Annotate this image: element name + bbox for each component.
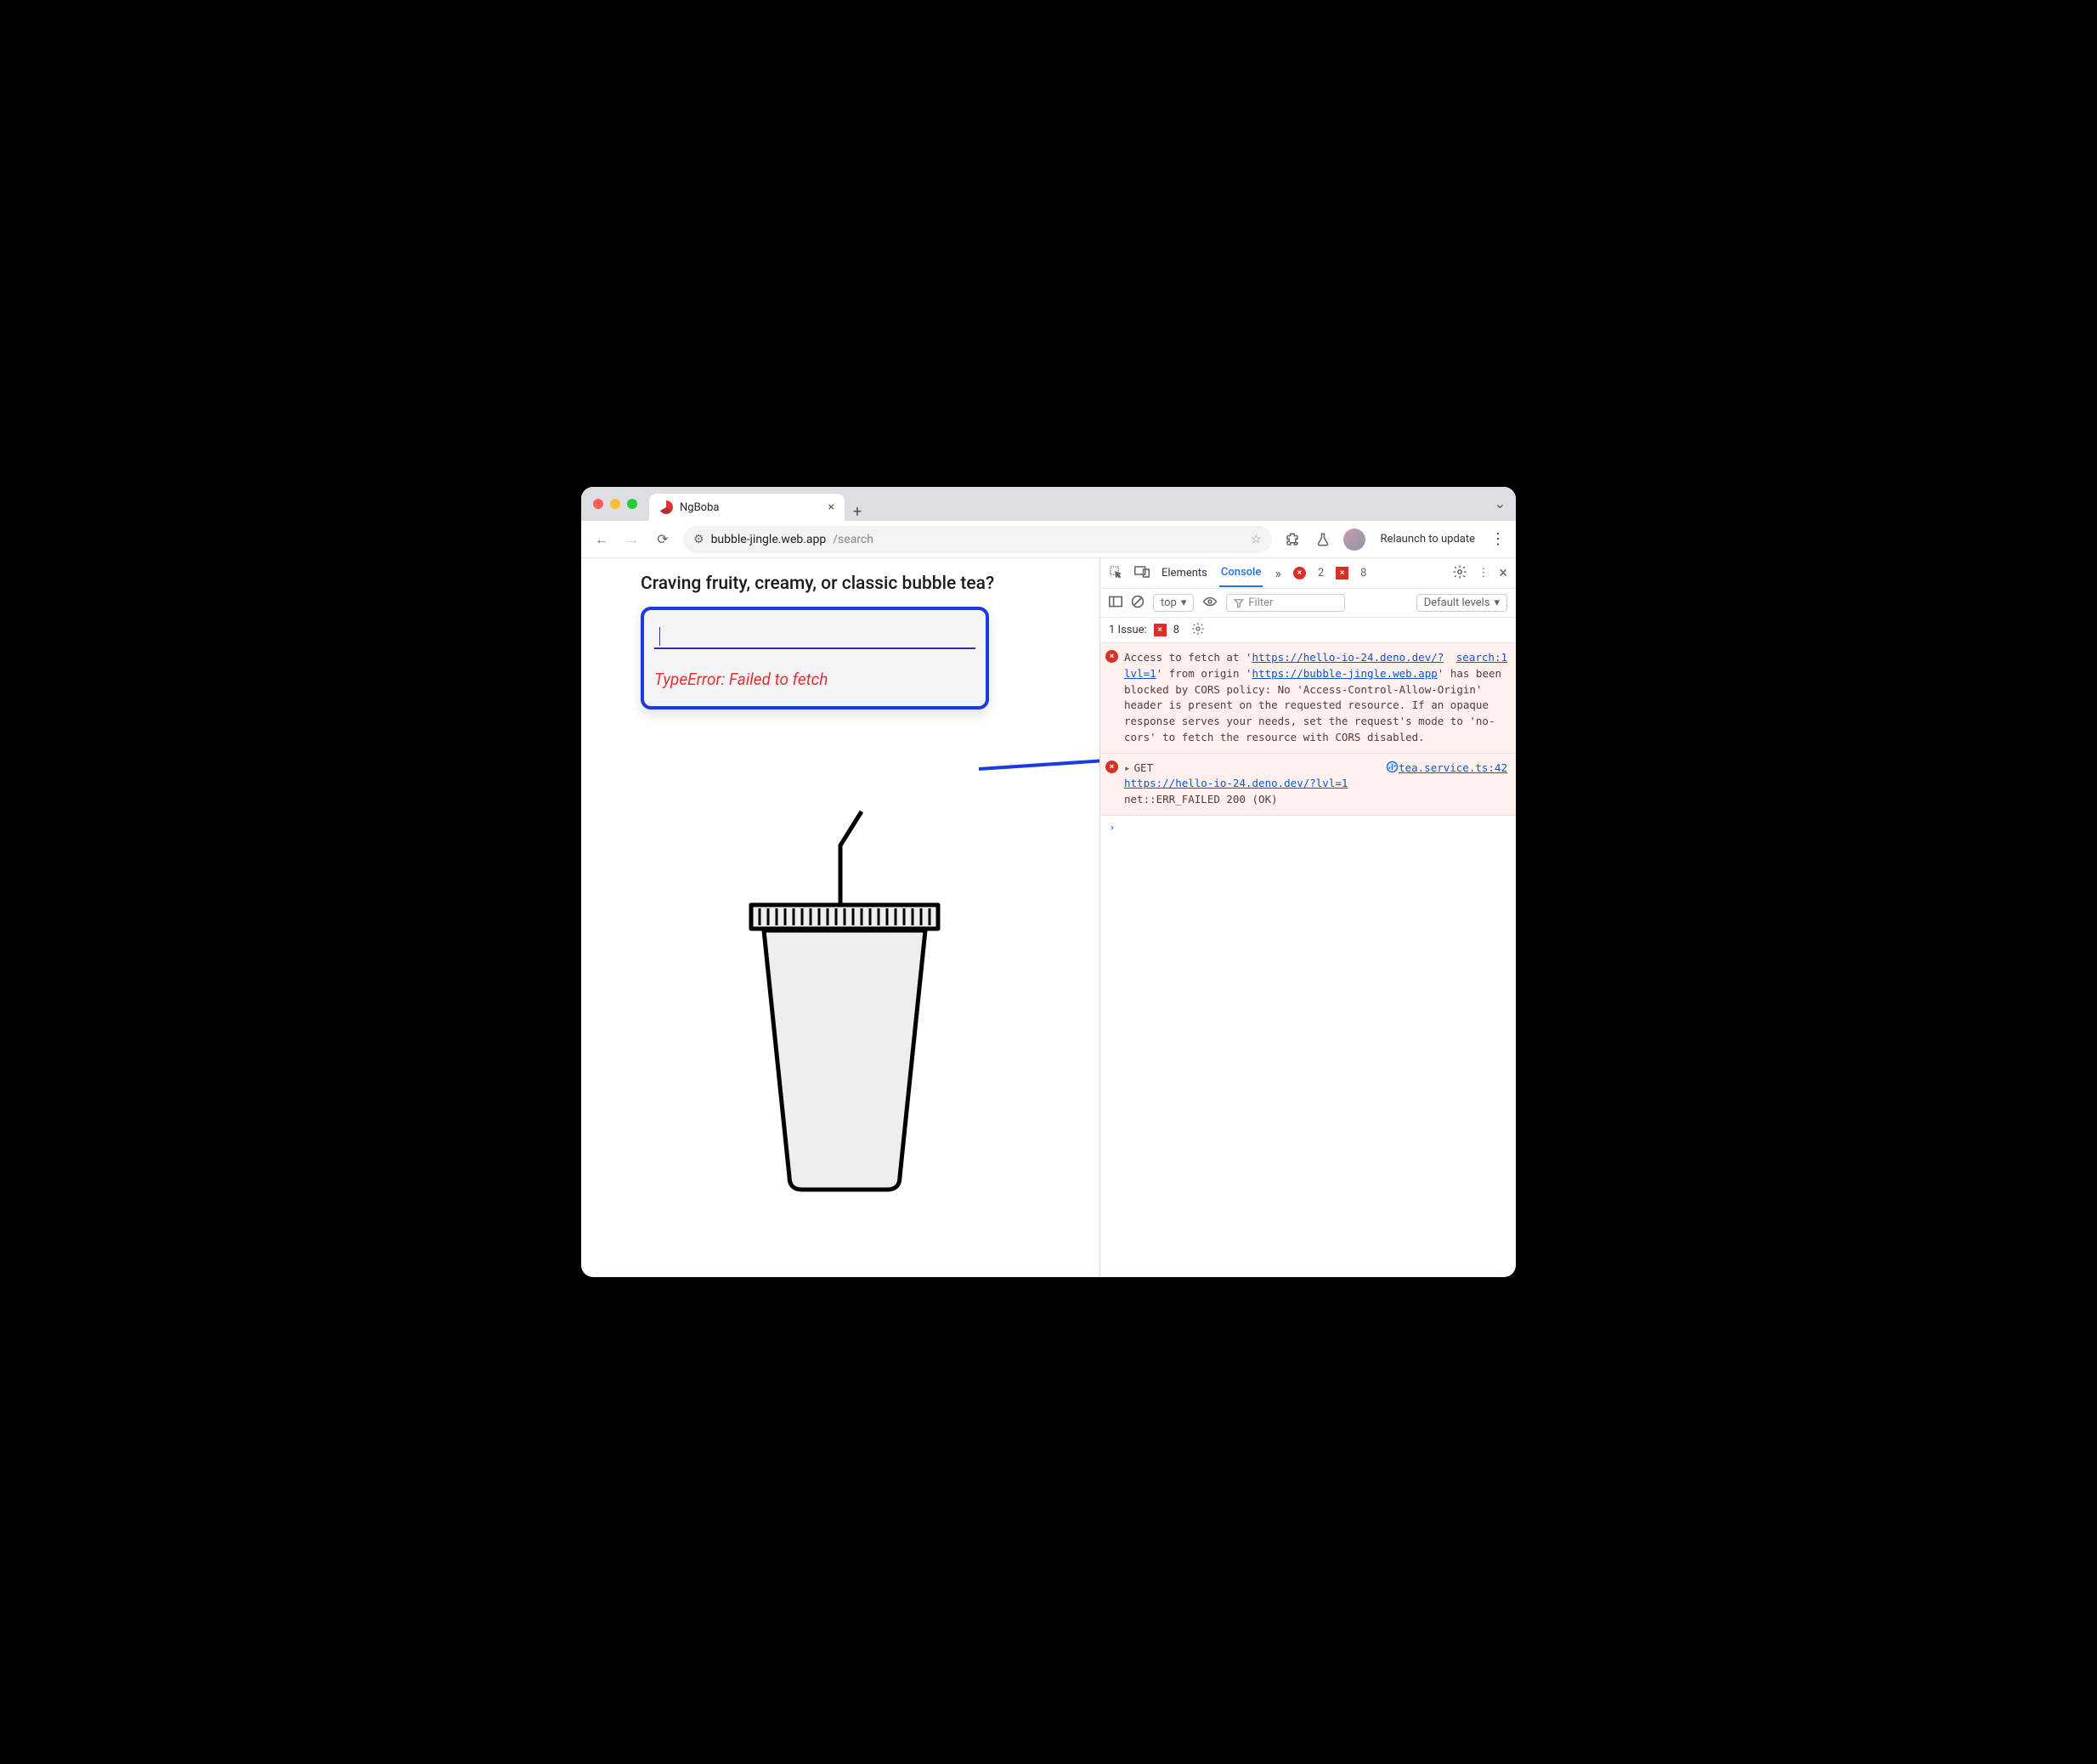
extensions-icon[interactable] — [1282, 529, 1303, 550]
angular-favicon-icon — [659, 500, 673, 514]
bookmark-star-icon[interactable]: ☆ — [1251, 533, 1262, 546]
log-levels-selector[interactable]: Default levels ▾ — [1416, 594, 1507, 612]
console-error-message[interactable]: × search:1 Access to fetch at 'https://h… — [1100, 643, 1516, 754]
browser-window: NgBoba × + ⌄ ← → ⟳ ⚙ bubble-jingle.web.a… — [581, 487, 1516, 1277]
console-filter-input[interactable]: Filter — [1226, 594, 1345, 612]
back-button[interactable]: ← — [591, 529, 612, 550]
address-bar[interactable]: ⚙ bubble-jingle.web.app/search ☆ — [683, 526, 1272, 553]
error-message: TypeError: Failed to fetch — [654, 670, 975, 689]
tea-search-input[interactable] — [654, 624, 975, 649]
profile-avatar[interactable] — [1343, 529, 1365, 551]
elements-tab[interactable]: Elements — [1162, 567, 1207, 580]
live-expression-icon[interactable] — [1202, 596, 1218, 611]
labs-icon[interactable] — [1313, 529, 1333, 550]
window-controls — [593, 499, 637, 509]
error-icon: × — [1105, 650, 1118, 663]
console-prompt[interactable]: › — [1100, 816, 1516, 839]
source-link[interactable]: tea.service.ts:42 — [1399, 760, 1507, 777]
issue-count: 8 — [1360, 567, 1366, 580]
caret-down-icon: ▾ — [1494, 596, 1500, 609]
maximize-window-button[interactable] — [627, 499, 637, 509]
error-icon: × — [1105, 760, 1118, 773]
url-link[interactable]: https://bubble-jingle.web.app — [1252, 667, 1438, 680]
devtools-menu-icon[interactable]: ⋮ — [1478, 567, 1489, 580]
browser-menu-icon[interactable]: ⋮ — [1490, 530, 1506, 548]
bubble-tea-cup-illustration — [641, 803, 1048, 1194]
funnel-icon — [1234, 598, 1244, 608]
expand-triangle-icon[interactable]: ▸ — [1124, 761, 1131, 774]
close-window-button[interactable] — [593, 499, 603, 509]
issues-count: 8 — [1173, 624, 1179, 636]
page-heading: Craving fruity, creamy, or classic bubbl… — [641, 574, 1048, 594]
issues-bar: 1 Issue: × 8 — [1100, 618, 1516, 643]
site-info-icon[interactable]: ⚙ — [693, 533, 704, 546]
close-tab-icon[interactable]: × — [828, 500, 834, 514]
relaunch-button[interactable]: Relaunch to update — [1376, 533, 1480, 546]
device-toggle-icon[interactable] — [1134, 566, 1150, 581]
devtools-panel: Elements Console » × 2 × 8 ⋮ × — [1099, 558, 1516, 1277]
error-badge-icon[interactable]: × — [1293, 567, 1306, 580]
forward-button[interactable]: → — [622, 529, 642, 550]
caret-down-icon: ▾ — [1181, 596, 1187, 609]
source-link[interactable]: search:1 — [1456, 650, 1507, 666]
reload-button[interactable]: ⟳ — [653, 529, 673, 550]
more-tabs-icon[interactable]: » — [1275, 565, 1281, 581]
inspect-element-icon[interactable] — [1109, 565, 1122, 582]
console-tab[interactable]: Console — [1219, 559, 1263, 587]
issues-label: 1 Issue: — [1109, 624, 1147, 636]
network-icon[interactable] — [1386, 760, 1399, 778]
devtools-tabs: Elements Console » × 2 × 8 ⋮ × — [1100, 558, 1516, 589]
expand-tabs-icon[interactable]: ⌄ — [1495, 495, 1506, 512]
url-host: bubble-jingle.web.app — [711, 533, 827, 546]
devtools-close-icon[interactable]: × — [1499, 564, 1507, 582]
console-output: × search:1 Access to fetch at 'https://h… — [1100, 643, 1516, 1277]
issue-badge-icon[interactable]: × — [1336, 567, 1348, 580]
url-path: /search — [833, 533, 873, 546]
issues-settings-icon[interactable] — [1191, 622, 1205, 639]
input-caret — [659, 627, 660, 646]
browser-toolbar: ← → ⟳ ⚙ bubble-jingle.web.app/search ☆ R… — [581, 521, 1516, 558]
url-link[interactable]: https://hello-io-24.deno.dev/?lvl=1 — [1124, 777, 1348, 789]
devtools-settings-icon[interactable] — [1452, 564, 1467, 583]
console-error-message[interactable]: × tea.service.ts:42 ▸GET https://hello-i… — [1100, 754, 1516, 816]
tab-strip: NgBoba × + ⌄ — [581, 487, 1516, 521]
error-count: 2 — [1318, 567, 1324, 580]
issue-badge-icon: × — [1154, 624, 1167, 636]
new-tab-button[interactable]: + — [845, 503, 870, 521]
context-selector[interactable]: top ▾ — [1153, 594, 1194, 612]
annotation-arrow-icon — [979, 743, 1099, 794]
clear-console-icon[interactable] — [1131, 595, 1145, 612]
console-sidebar-toggle-icon[interactable] — [1109, 596, 1122, 611]
content-area: Craving fruity, creamy, or classic bubbl… — [581, 558, 1516, 1277]
tab-title: NgBoba — [680, 501, 719, 514]
console-toolbar: top ▾ Filter Default levels ▾ — [1100, 589, 1516, 618]
webpage: Craving fruity, creamy, or classic bubbl… — [581, 558, 1099, 1277]
minimize-window-button[interactable] — [610, 499, 620, 509]
browser-tab[interactable]: NgBoba × — [649, 494, 845, 521]
search-card: TypeError: Failed to fetch — [641, 607, 989, 710]
